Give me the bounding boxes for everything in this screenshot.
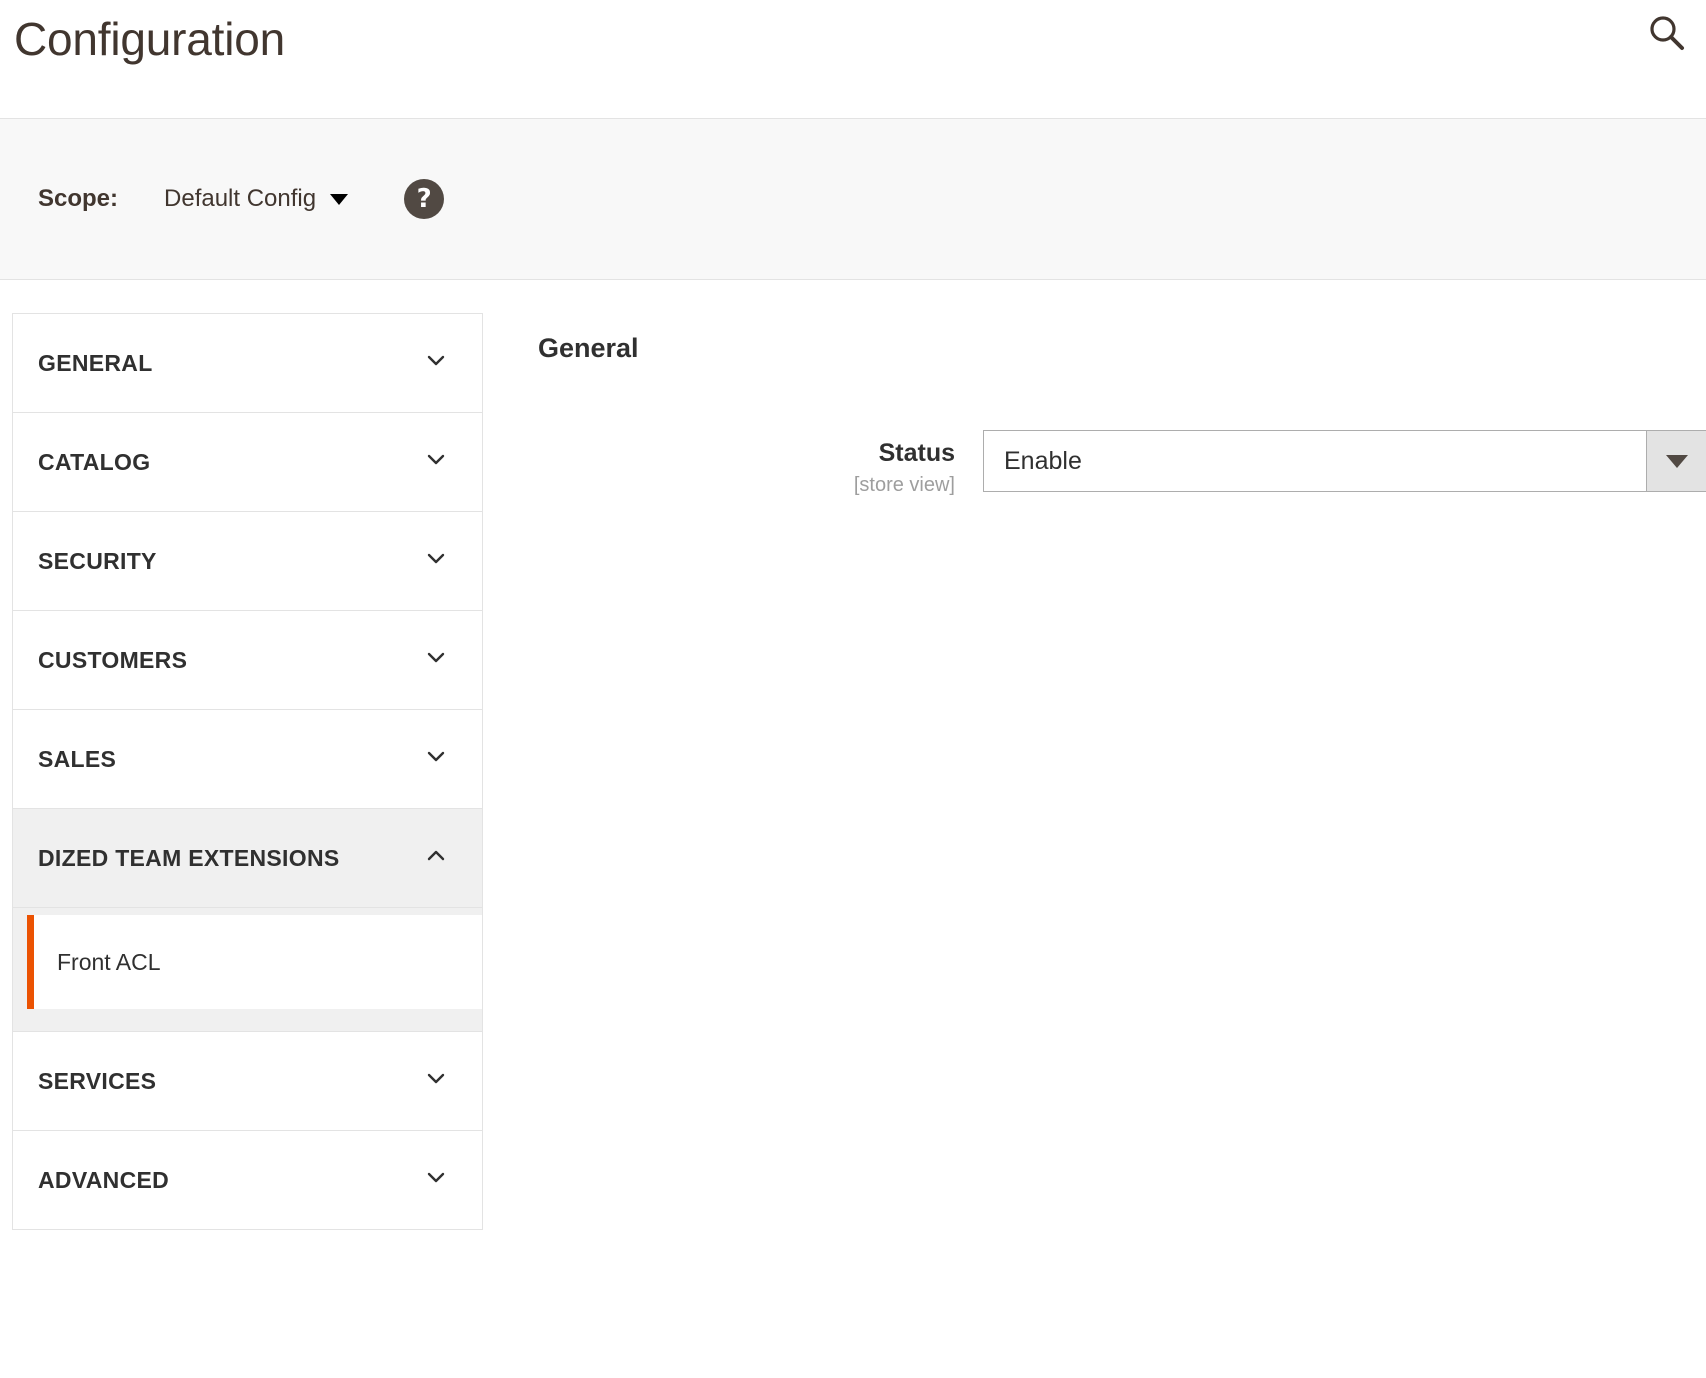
config-main-panel: General Status [store view] Enable	[538, 313, 1706, 500]
scope-value: Default Config	[164, 185, 316, 213]
chevron-down-icon	[426, 747, 446, 767]
sidebar-item-label: SALES	[38, 746, 116, 773]
triangle-down-icon	[1666, 455, 1688, 468]
sidebar-item-dized-team-extensions[interactable]: DIZED TEAM EXTENSIONS	[13, 809, 482, 907]
status-scope-hint: [store view]	[538, 470, 955, 500]
sidebar-item-label: SERVICES	[38, 1068, 156, 1095]
sidebar-item-label: CUSTOMERS	[38, 647, 187, 674]
sidebar-subitem-label: Front ACL	[57, 949, 161, 976]
field-label-column: Status [store view]	[538, 430, 983, 500]
sidebar-section-general: GENERAL	[12, 313, 483, 412]
chevron-up-icon	[426, 846, 446, 866]
sidebar-item-sales[interactable]: SALES	[13, 710, 482, 808]
chevron-down-icon	[426, 549, 446, 569]
sidebar-item-catalog[interactable]: CATALOG	[13, 413, 482, 511]
chevron-down-icon	[426, 648, 446, 668]
sidebar-item-label: GENERAL	[38, 350, 153, 377]
sidebar-item-label: DIZED TEAM EXTENSIONS	[38, 845, 340, 872]
scope-switcher[interactable]: Default Config	[164, 185, 348, 213]
search-icon	[1647, 13, 1687, 53]
sidebar-item-advanced[interactable]: ADVANCED	[13, 1131, 482, 1229]
chevron-down-icon	[426, 1069, 446, 1089]
page-header: Configuration	[0, 0, 1706, 118]
status-select-toggle[interactable]	[1646, 430, 1706, 492]
sidebar-item-security[interactable]: SECURITY	[13, 512, 482, 610]
scope-label: Scope:	[38, 185, 118, 213]
sidebar-section-dized-team-extensions: DIZED TEAM EXTENSIONS Front ACL	[12, 808, 483, 1031]
sidebar-section-customers: CUSTOMERS	[12, 610, 483, 709]
sidebar-item-label: CATALOG	[38, 449, 150, 476]
chevron-down-icon	[426, 450, 446, 470]
sidebar-item-front-acl[interactable]: Front ACL	[27, 915, 482, 1009]
sidebar-section-sales: SALES	[12, 709, 483, 808]
chevron-down-icon	[330, 194, 348, 205]
status-select-value: Enable	[983, 430, 1646, 492]
sidebar-item-customers[interactable]: CUSTOMERS	[13, 611, 482, 709]
chevron-down-icon	[426, 1168, 446, 1188]
field-row-status: Status [store view] Enable	[538, 430, 1706, 500]
chevron-down-icon	[426, 351, 446, 371]
sidebar-section-catalog: CATALOG	[12, 412, 483, 511]
scope-bar: Scope: Default Config ?	[0, 118, 1706, 280]
content-area: GENERAL CATALOG SECURITY	[0, 280, 1706, 1378]
sidebar-item-services[interactable]: SERVICES	[13, 1032, 482, 1130]
status-select[interactable]: Enable	[983, 430, 1706, 492]
search-button[interactable]	[1640, 6, 1694, 60]
sidebar-item-general[interactable]: GENERAL	[13, 314, 482, 412]
question-mark-icon[interactable]: ?	[404, 179, 444, 219]
sidebar-section-services: SERVICES	[12, 1031, 483, 1130]
status-label: Status	[538, 438, 955, 468]
page-title: Configuration	[14, 8, 285, 70]
sidebar-section-security: SECURITY	[12, 511, 483, 610]
sidebar-subitems: Front ACL	[13, 907, 482, 1031]
sidebar-section-advanced: ADVANCED	[12, 1130, 483, 1230]
sidebar-item-label: SECURITY	[38, 548, 157, 575]
section-title: General	[538, 333, 1706, 364]
sidebar-item-label: ADVANCED	[38, 1167, 169, 1194]
config-sidebar: GENERAL CATALOG SECURITY	[12, 313, 483, 1230]
